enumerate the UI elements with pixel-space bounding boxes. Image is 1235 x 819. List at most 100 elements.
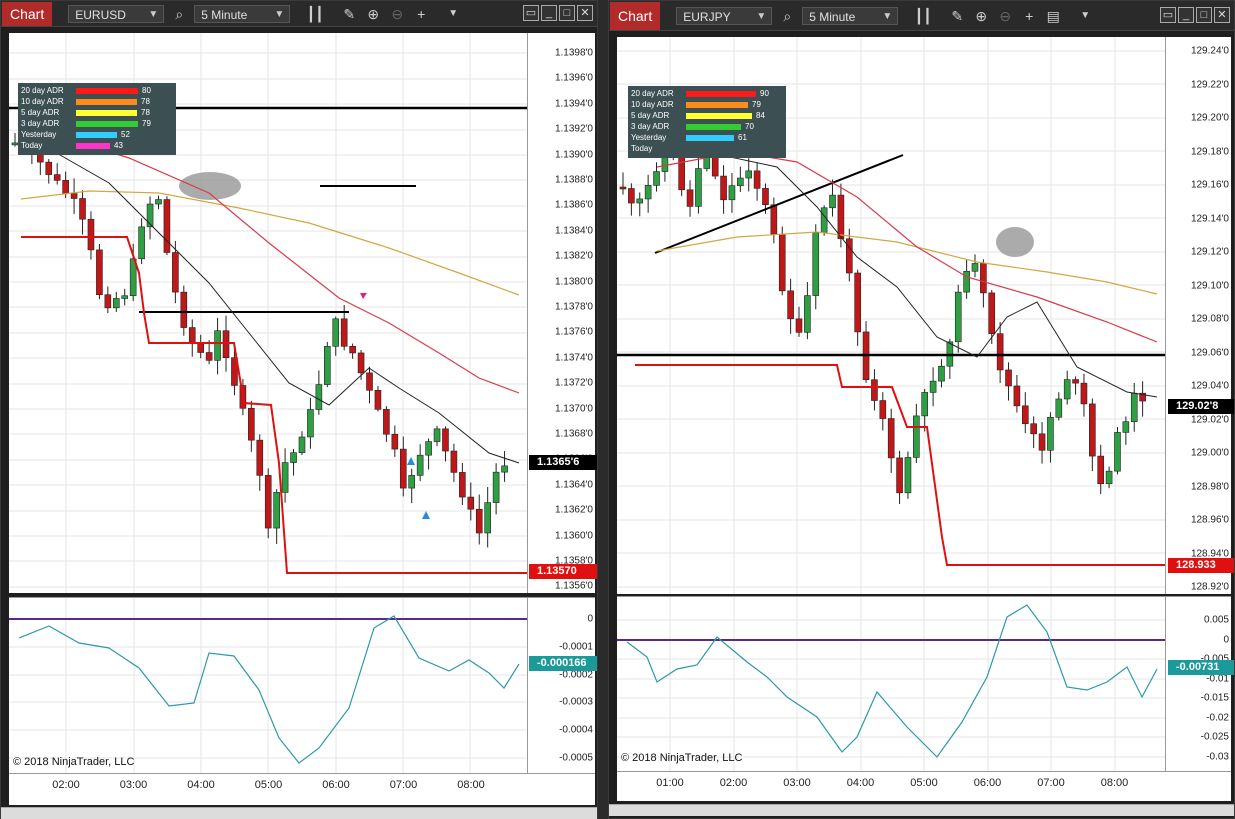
adr-value: 43: [114, 141, 123, 150]
adr-label: 10 day ADR: [631, 100, 674, 109]
oscillator-panel[interactable]: [9, 597, 527, 774]
zoom-out-icon[interactable]: ⊖: [996, 6, 1014, 26]
chart-menu-button[interactable]: Chart: [2, 1, 53, 26]
candle-body: [104, 294, 112, 309]
sma-line: [20, 190, 520, 296]
adr-label: Today: [631, 144, 653, 153]
chevron-down-icon: ▼: [756, 10, 767, 22]
close-icon[interactable]: ✕: [1214, 7, 1230, 23]
oscillator-axis[interactable]: 0.005 0 -0.005 -0.01 -0.015 -0.02 -0.025 -0.03: [1165, 596, 1231, 771]
candle-body: [332, 318, 340, 347]
pencil-icon[interactable]: ✎: [340, 4, 358, 24]
adr-value: 80: [142, 86, 151, 95]
data-box-icon[interactable]: ▤: [1044, 6, 1062, 26]
time-tick-label: 02:00: [719, 777, 748, 789]
adr-bar: [76, 110, 137, 116]
zoom-in-icon[interactable]: ⊕: [364, 4, 382, 24]
axis-tick-label: 129.02'0: [1190, 414, 1229, 425]
candle-body: [879, 400, 887, 419]
minimize-icon[interactable]: _: [1178, 7, 1194, 23]
candle-body: [1030, 423, 1037, 435]
candle-body: [661, 156, 669, 172]
instrument-selector[interactable]: EURUSD ▼: [68, 4, 165, 23]
price-axis[interactable]: 1.1398'0 1.1396'0 1.1394'0 1.1392'0 1.1390'0…: [527, 33, 595, 593]
candle-body: [1097, 455, 1105, 485]
search-icon[interactable]: ⌕: [778, 6, 796, 26]
search-icon[interactable]: ⌕: [170, 4, 188, 24]
crosshair-icon[interactable]: +: [1020, 6, 1038, 26]
time-tick-label: 03:00: [783, 777, 811, 789]
horizontal-scrollbar[interactable]: [1, 807, 597, 819]
candle-body: [501, 465, 508, 473]
candle-body: [988, 292, 996, 334]
buy-arrow: [407, 457, 415, 465]
candle-body: [1072, 379, 1079, 384]
adr-label: 5 day ADR: [21, 108, 60, 117]
pencil-icon[interactable]: ✎: [948, 6, 966, 26]
ema-line: [48, 132, 520, 394]
maximize-icon[interactable]: □: [1196, 7, 1212, 23]
candle-body: [787, 290, 794, 320]
candle-body: [37, 153, 44, 163]
horizontal-scrollbar[interactable]: [609, 804, 1234, 816]
candle-body: [644, 185, 652, 200]
minimize-icon[interactable]: _: [541, 5, 557, 21]
price-axis[interactable]: 129.24'0 129.22'0 129.20'0 129.18'0 129.16'0…: [1165, 37, 1231, 594]
candle-body: [138, 226, 145, 260]
time-tick-label: 05:00: [254, 779, 283, 791]
adr-bar: [686, 124, 741, 130]
time-tick-label: 01:00: [656, 777, 684, 789]
crosshair-icon[interactable]: +: [412, 4, 430, 24]
dropdown-icon[interactable]: ▼: [1076, 6, 1094, 26]
restore-icon[interactable]: ▭: [1160, 7, 1176, 23]
time-axis[interactable]: 01:00 02:00 03:00 04:00 05:00 06:00 07:00 08:00: [617, 771, 1231, 801]
axis-tick-label: 1.1392'0: [554, 123, 593, 135]
restore-icon[interactable]: ▭: [523, 5, 539, 21]
candle-body: [264, 475, 272, 529]
zoom-out-icon[interactable]: ⊖: [388, 4, 406, 24]
candle-body: [938, 365, 945, 382]
highlight-ellipse: [179, 172, 241, 200]
axis-tick-label: 129.18'0: [1190, 146, 1229, 157]
bars-icon[interactable]: ┃┃: [914, 6, 932, 26]
close-icon[interactable]: ✕: [577, 5, 593, 21]
axis-tick-label: 129.10'0: [1190, 280, 1229, 291]
candle-body: [383, 409, 390, 435]
oscillator-axis[interactable]: 0 -0.0001 -0.0002 -0.0003 -0.0004 -0.0005: [527, 597, 595, 773]
axis-tick-label: 128.98'0: [1190, 481, 1229, 492]
candle-body: [248, 407, 255, 441]
maximize-icon[interactable]: □: [559, 5, 575, 21]
candle-body: [180, 291, 188, 328]
time-axis[interactable]: 02:00 03:00 04:00 05:00 06:00 07:00 08:00: [9, 773, 595, 805]
candle-body: [79, 198, 86, 220]
axis-tick-label: 129.06'0: [1190, 347, 1229, 358]
instrument-selector[interactable]: EURJPY ▼: [676, 6, 773, 25]
oscillator-line: [18, 615, 520, 764]
adr-label: Yesterday: [631, 133, 667, 142]
timeframe-selector[interactable]: 5 Minute ▼: [194, 4, 291, 23]
candle-body: [929, 380, 937, 393]
chart-window-right: Chart EURJPY ▼ ⌕ 5 Minute ▼ ┃┃ ✎ ⊕ ⊖ + ▤ ▼…: [608, 0, 1235, 819]
candle-body: [770, 204, 778, 235]
candle-body: [391, 433, 399, 450]
candle-body: [854, 272, 861, 333]
adr-label: 3 day ADR: [21, 119, 60, 128]
candle-body: [837, 194, 845, 240]
candle-body: [1021, 405, 1029, 425]
axis-tick-label: 1.1356'0: [554, 580, 593, 592]
zoom-in-icon[interactable]: ⊕: [972, 6, 990, 26]
oscillator-line: [626, 604, 1158, 758]
candle-body: [804, 295, 811, 333]
axis-tick-label: 129.20'0: [1190, 112, 1229, 124]
candle-body: [467, 496, 475, 510]
axis-tick-label: -0.025: [1200, 731, 1229, 743]
bars-icon[interactable]: ┃┃: [306, 4, 324, 24]
candle-body: [921, 392, 929, 417]
timeframe-selector[interactable]: 5 Minute ▼: [802, 6, 899, 25]
time-tick-label: 03:00: [119, 779, 148, 791]
oscillator-panel[interactable]: [617, 596, 1165, 772]
dropdown-icon[interactable]: ▼: [444, 4, 462, 24]
candle-body: [820, 207, 828, 233]
chart-menu-button[interactable]: Chart: [610, 1, 661, 30]
adr-label: 10 day ADR: [21, 97, 64, 106]
